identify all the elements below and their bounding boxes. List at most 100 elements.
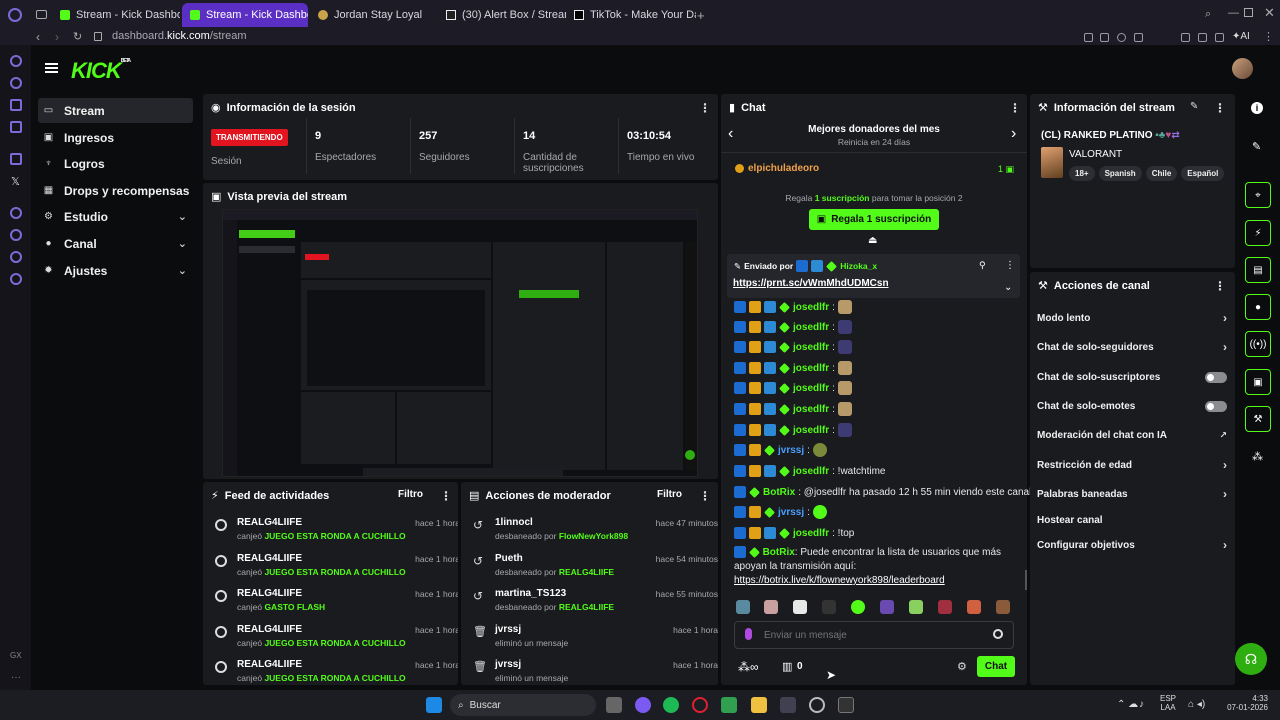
chat-username[interactable]: josedlfr [793,322,829,333]
share-icon[interactable] [1198,33,1207,42]
side-button-bolt[interactable]: ⚡ [1245,220,1271,246]
download-icon[interactable] [1215,33,1224,42]
nav-drops[interactable]: ▦ Drops y recompensas [38,178,193,203]
tag-pill[interactable]: 18+ [1069,166,1095,181]
collapse-icon[interactable]: ⏏ [868,235,877,246]
emotes-only-toggle[interactable] [1205,400,1227,412]
windows-start-icon[interactable] [426,697,442,713]
steam-icon[interactable] [809,697,825,713]
leaderboard-link[interactable]: https://botrix.live/k/flownewyork898/lea… [734,575,945,586]
emote-icon[interactable] [938,600,952,614]
extension-3-icon[interactable] [1117,33,1126,42]
rail-icon-1[interactable] [10,55,22,67]
community-icon[interactable]: ⁂ [1252,450,1263,463]
tab-kick-dashboard-2[interactable]: Stream - Kick Dashboard [182,3,308,27]
chat-username[interactable]: josedlfr [793,363,829,374]
mic-icon[interactable] [745,628,752,640]
pencil-icon[interactable]: ✎ [1252,140,1261,153]
stream-preview-video[interactable] [222,209,698,477]
side-button-broadcast[interactable]: ((•)) [1245,331,1271,357]
donors-next-icon[interactable]: › [1011,125,1016,143]
pinned-link[interactable]: https://prnt.sc/vWmMhdUDMCsn [733,278,889,289]
nav-stream[interactable]: ▭ Stream [38,98,193,123]
maximize-icon[interactable] [1244,8,1253,17]
emote-icon[interactable] [909,600,923,614]
rail-icon-8[interactable] [10,229,22,241]
emote-icon[interactable] [851,600,865,614]
action-followers-only[interactable]: Chat de solo-seguidores › [1037,338,1227,356]
tabs-overview-icon[interactable] [36,10,47,19]
action-host-channel[interactable]: Hostear canal [1037,511,1227,529]
emoji-icon[interactable] [993,629,1003,639]
side-button-layout[interactable]: ▣ [1245,369,1271,395]
emote-icon[interactable] [967,600,981,614]
browser-menu-icon[interactable]: ⋮ [1263,30,1274,43]
action-ai-moderation[interactable]: Moderación del chat con IA ↗ [1037,426,1227,444]
chat-username[interactable]: josedlfr [793,342,829,353]
tab-streamlabs[interactable]: (30) Alert Box / Streamlab [438,3,566,27]
channel-actions-menu-icon[interactable]: ⋮ [1214,279,1226,293]
reload-icon[interactable]: ↻ [73,30,82,43]
mod-filter-button[interactable]: Filtro [657,489,682,500]
chat-username[interactable]: josedlfr [793,404,829,415]
clock[interactable]: 4:33 07-01-2026 [1222,694,1268,712]
donors-prev-icon[interactable]: ‹ [728,125,733,143]
pinned-menu-icon[interactable]: ⋮ [1005,260,1015,271]
chat-settings-icon[interactable]: ⚙ [957,660,967,673]
network-volume-icons[interactable]: ⌂ ◂) [1188,699,1205,710]
x-twitter-icon[interactable]: 𝕏 [11,175,20,188]
chat-username[interactable]: jvrssj [778,507,804,518]
nav-estudio[interactable]: ⚙ Estudio ⌄ [38,204,193,229]
rail-settings-icon[interactable] [10,273,22,285]
chat-username[interactable]: BotRix [763,547,795,558]
chat-message-input[interactable] [764,626,984,644]
tag-pill[interactable]: Spanish [1098,166,1142,181]
rail-icon-9[interactable] [10,251,22,263]
action-age-restriction[interactable]: Restricción de edad › [1037,456,1227,474]
rail-icon-3[interactable] [10,99,22,111]
chat-username[interactable]: josedlfr [793,302,829,313]
info-icon[interactable]: i [1251,102,1263,114]
points-icon[interactable]: ▥ [782,660,792,673]
user-avatar[interactable] [1232,58,1253,79]
action-banned-words[interactable]: Palabras baneadas › [1037,485,1227,503]
emote-icon[interactable] [822,600,836,614]
action-configure-goals[interactable]: Configurar objetivos › [1037,536,1227,554]
extensions-icon[interactable] [1181,33,1190,42]
minimize-icon[interactable]: — [1228,7,1239,19]
side-button-notes[interactable]: ▤ [1245,257,1271,283]
discord-icon[interactable] [635,697,651,713]
emote-icon[interactable] [880,600,894,614]
chat-username[interactable]: josedlfr [793,466,829,477]
extension-1-icon[interactable] [1084,33,1093,42]
tab-kick-dashboard-1[interactable]: Stream - Kick Dashboard [52,3,180,27]
chat-username[interactable]: BotRix [763,487,795,498]
kick-logo[interactable]: KICKBETA [71,58,131,84]
tab-tiktok[interactable]: TikTok - Make Your Day [566,3,696,27]
file-explorer-icon[interactable] [751,697,767,713]
side-button-chat[interactable]: ● [1245,294,1271,320]
session-menu-icon[interactable]: ⋮ [699,101,711,115]
spotify-icon[interactable] [663,697,679,713]
twitch-icon[interactable] [10,153,22,165]
url-field[interactable]: dashboard.kick.com/stream [112,30,247,42]
feed-menu-icon[interactable]: ⋮ [440,489,452,503]
nav-ingresos[interactable]: ▣ Ingresos [38,125,193,150]
feed-filter-button[interactable]: Filtro [398,489,423,500]
pinned-user[interactable]: Hizoka_x [840,261,877,271]
nav-ajustes[interactable]: ✹ Ajustes ⌄ [38,258,193,283]
ai-icon[interactable]: ✦AI [1232,31,1250,42]
chat-username[interactable]: josedlfr [793,425,829,436]
browser-profile-icon[interactable] [8,8,22,22]
nav-canal[interactable]: ● Canal ⌄ [38,231,193,256]
chat-menu-icon[interactable]: ⋮ [1009,101,1021,115]
mic-tray-icon[interactable]: ♪ [1139,699,1144,710]
chat-username[interactable]: josedlfr [793,383,829,394]
language-indicator[interactable]: ESP LAA [1160,694,1176,712]
app-icon[interactable] [721,697,737,713]
back-icon[interactable]: ‹ [36,30,40,44]
top-donor-name[interactable]: elpichuladeoro [748,163,819,174]
game-name[interactable]: VALORANT [1069,149,1122,160]
action-slow-mode[interactable]: Modo lento › [1037,309,1227,327]
store-icon[interactable] [780,697,796,713]
